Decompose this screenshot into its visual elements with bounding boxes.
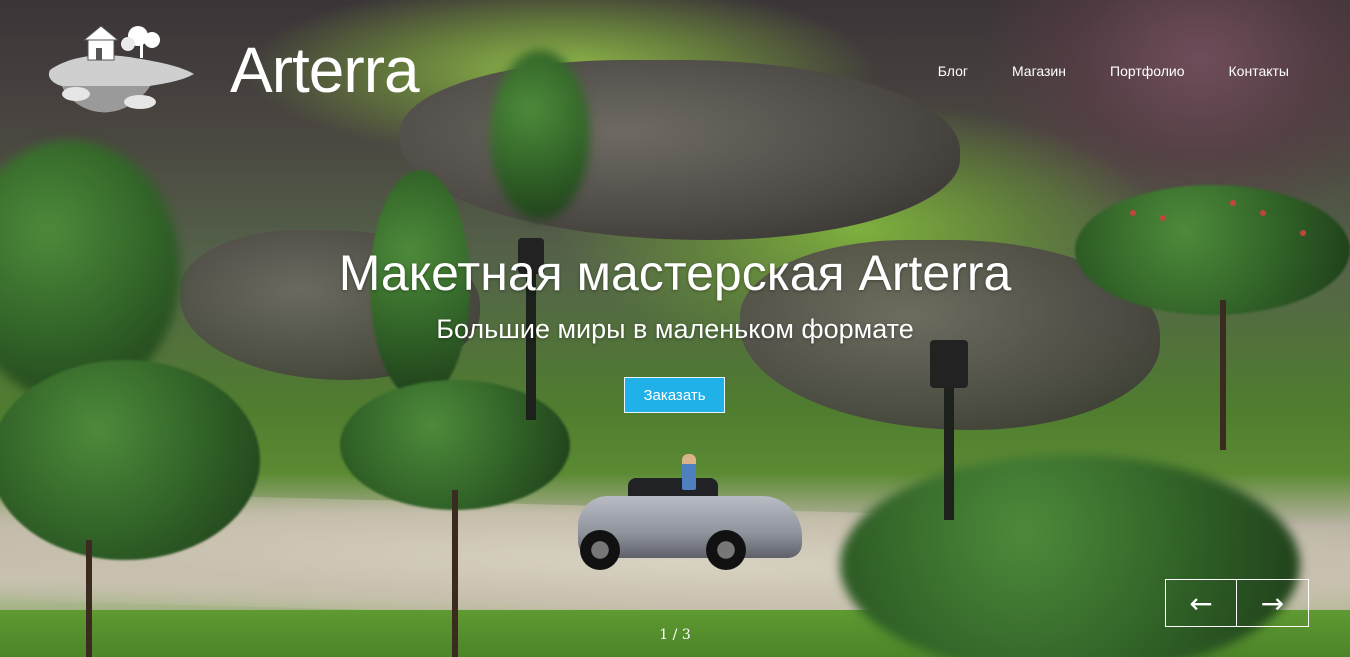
flower xyxy=(1160,215,1166,221)
car-wheel xyxy=(580,530,620,570)
hero-subtitle: Большие миры в маленьком формате xyxy=(436,314,914,344)
tree xyxy=(490,50,590,220)
slider-controls: ← → xyxy=(1165,579,1309,627)
slide-separator: / xyxy=(672,627,678,643)
street-lamp xyxy=(944,380,954,520)
slide-total: 3 xyxy=(681,627,691,643)
turtle-island-logo-icon[interactable] xyxy=(40,22,200,122)
arrow-right-icon: → xyxy=(1260,586,1285,620)
car-wheel xyxy=(706,530,746,570)
slide-current: 1 xyxy=(659,627,669,643)
flower xyxy=(1300,230,1306,236)
main-nav: Блог Магазин Портфолио Контакты xyxy=(938,63,1289,79)
hero-title: Макетная мастерская Arterra xyxy=(338,245,1012,301)
slide-counter: 1 / 3 xyxy=(0,627,1350,643)
rock-formation xyxy=(400,60,960,240)
tree xyxy=(0,360,260,560)
next-slide-button[interactable]: → xyxy=(1237,579,1309,627)
flower xyxy=(1260,210,1266,216)
street-lamp-head xyxy=(930,340,968,388)
order-button[interactable]: Заказать xyxy=(624,377,725,413)
brand-name[interactable]: Arterra xyxy=(230,38,420,102)
arrow-left-icon: ← xyxy=(1189,586,1213,620)
figurine xyxy=(682,454,696,490)
nav-item-portfolio[interactable]: Портфолио xyxy=(1110,63,1185,79)
nav-item-contacts[interactable]: Контакты xyxy=(1229,63,1289,79)
flower xyxy=(1230,200,1236,206)
flower xyxy=(1130,210,1136,216)
toy-car xyxy=(578,454,804,578)
prev-slide-button[interactable]: ← xyxy=(1165,579,1237,627)
hero-slide: Arterra Блог Магазин Портфолио Контакты … xyxy=(0,0,1350,657)
nav-item-shop[interactable]: Магазин xyxy=(1012,63,1066,79)
nav-item-blog[interactable]: Блог xyxy=(938,63,968,79)
